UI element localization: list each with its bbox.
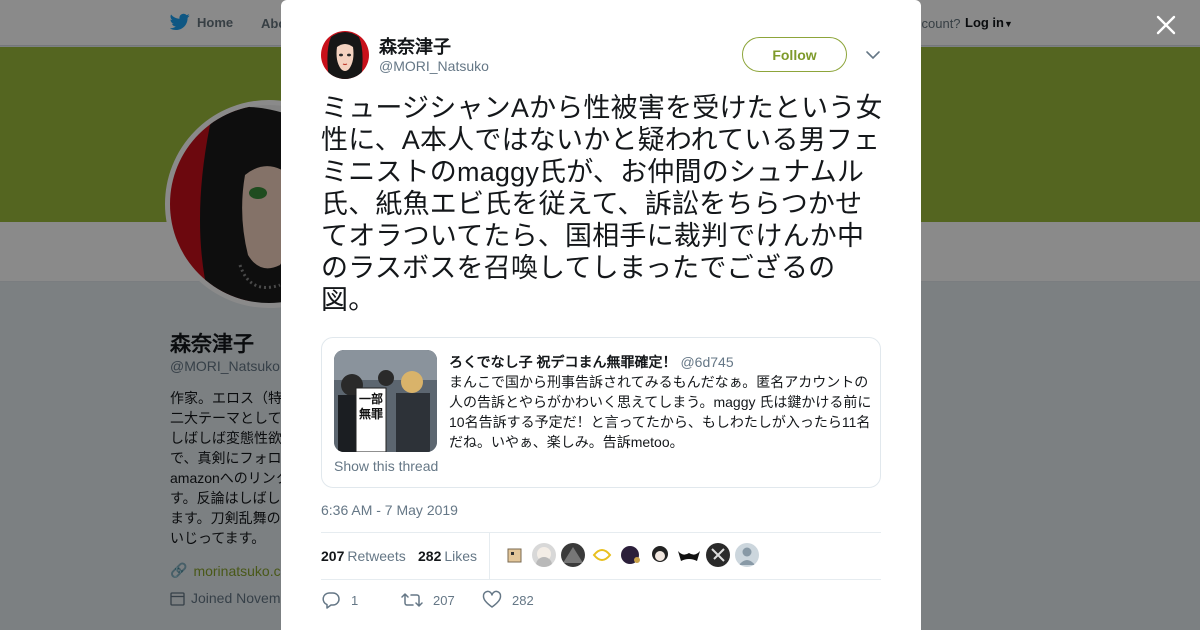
liker-avatar[interactable] <box>590 543 614 567</box>
tweet-actions: 1 207 282 <box>321 590 534 610</box>
liker-avatar[interactable] <box>735 543 759 567</box>
like-button[interactable]: 282 <box>482 590 534 610</box>
retweet-button[interactable]: 207 <box>401 590 482 610</box>
quoted-tweet-text: まんこで国から刑事告訴されてみるもんだなぁ。匿名アカウントの人の告訴とやらがかわ… <box>449 374 872 450</box>
quoted-tweet-photo <box>334 350 437 452</box>
liker-avatars <box>503 543 759 567</box>
likes-stat-count: 282 <box>418 548 442 564</box>
reply-icon <box>322 592 340 609</box>
tweet-menu-button[interactable] <box>864 46 882 64</box>
retweet-count: 207 <box>433 592 455 608</box>
like-count: 282 <box>512 592 534 608</box>
reply-count: 1 <box>351 592 359 608</box>
follow-button[interactable]: Follow <box>742 37 847 72</box>
quoted-author-handle: @6d745 <box>680 354 734 370</box>
liker-avatar[interactable] <box>503 543 527 567</box>
likes-stat[interactable]: 282 Likes <box>418 548 477 564</box>
stats-divider <box>489 533 490 580</box>
retweets-stat-count: 207 <box>321 548 345 564</box>
tweet-timestamp[interactable]: 6:36 AM - 7 May 2019 <box>321 502 458 518</box>
show-thread-link[interactable]: Show this thread <box>334 458 438 474</box>
close-icon <box>1156 15 1176 35</box>
author-avatar[interactable] <box>321 31 369 79</box>
likes-stat-label: Likes <box>444 548 478 564</box>
author-avatar-illustration <box>321 31 369 79</box>
retweet-icon <box>401 593 423 607</box>
liker-avatar[interactable] <box>561 543 585 567</box>
retweets-stat[interactable]: 207 Retweets <box>321 548 406 564</box>
liker-avatar[interactable] <box>619 543 643 567</box>
liker-avatar[interactable] <box>648 543 672 567</box>
retweets-stat-label: Retweets <box>347 548 406 564</box>
quoted-author: ろくでなし子 祝デコまん無罪確定！ @6d745 <box>449 352 734 372</box>
heart-icon <box>482 590 502 608</box>
tweet-text: ミュージシャンAから性被害を受けたという女性に、A本人ではないかと疑われている男… <box>321 93 883 315</box>
tweet-stats: 207 Retweets 282 Likes <box>321 532 881 580</box>
author-name[interactable]: 森奈津子 <box>379 33 451 59</box>
liker-avatar[interactable] <box>677 543 701 567</box>
quoted-tweet-sign-text: 一部無罪 <box>358 392 383 421</box>
tweet-permalink-modal: 森奈津子 @MORI_Natsuko Follow ミュージシャンAから性被害を… <box>281 0 921 630</box>
author-handle[interactable]: @MORI_Natsuko <box>379 58 489 74</box>
chevron-down-icon <box>866 51 880 60</box>
quoted-tweet-image: 一部無罪 <box>334 350 437 452</box>
reply-button[interactable]: 1 <box>321 590 401 610</box>
liker-avatar[interactable] <box>532 543 556 567</box>
liker-avatar[interactable] <box>706 543 730 567</box>
quoted-tweet[interactable]: 一部無罪 ろくでなし子 祝デコまん無罪確定！ @6d745 まんこで国から刑事告訴… <box>321 337 881 488</box>
quoted-author-name: ろくでなし子 祝デコまん無罪確定！ <box>449 354 677 370</box>
close-button[interactable] <box>1153 12 1179 38</box>
